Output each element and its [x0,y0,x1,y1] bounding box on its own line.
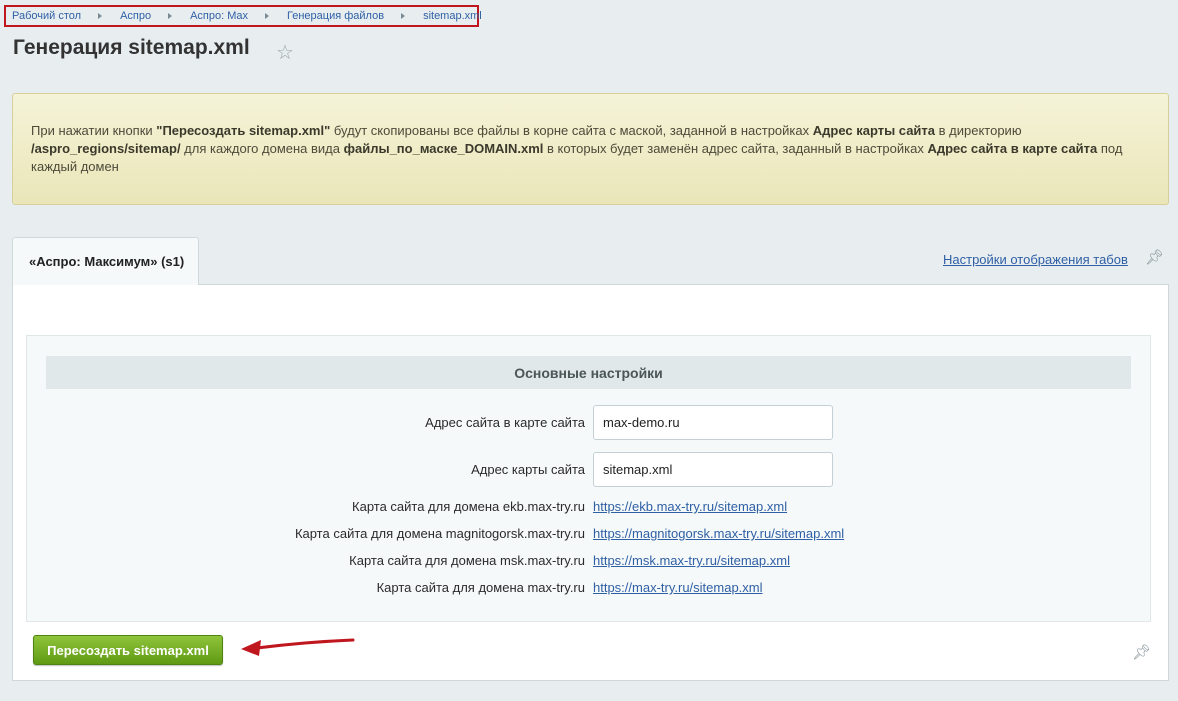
info-bold: файлы_по_маске_DOMAIN.xml [343,141,544,156]
info-text: для каждого домена вида [180,141,344,156]
tab-content-panel: Основные настройки Адрес сайта в карте с… [12,284,1169,681]
regenerate-sitemap-button[interactable]: Пересоздать sitemap.xml [33,635,223,665]
settings-form: Основные настройки Адрес сайта в карте с… [26,335,1151,622]
breadcrumb-separator-icon [168,13,173,19]
info-text: будут скопированы все файлы в корне сайт… [330,123,813,138]
info-text: в которых будет заменён адрес сайта, зад… [543,141,928,156]
breadcrumb: Рабочий стол Аспро Аспро: Max Генерация … [4,5,482,27]
domain-sitemap-link[interactable]: https://msk.max-try.ru/sitemap.xml [593,553,790,568]
sitemap-address-label: Адрес карты сайта [471,462,585,477]
tab-display-settings-link[interactable]: Настройки отображения табов [943,252,1128,267]
site-address-input[interactable] [593,405,833,440]
domain-sitemap-label: Карта сайта для домена ekb.max-try.ru [352,499,585,514]
breadcrumb-item-aspro-max[interactable]: Аспро: Max [190,10,248,22]
info-bold: Адрес сайта в карте сайта [927,141,1098,156]
pin-icon[interactable]: 📌︎ [1132,643,1151,661]
info-bold: "Пересоздать sitemap.xml" [156,123,331,138]
domain-sitemap-link[interactable]: https://max-try.ru/sitemap.xml [593,580,763,595]
info-message: При нажатии кнопки "Пересоздать sitemap.… [12,93,1169,205]
breadcrumb-separator-icon [401,13,406,19]
annotation-arrow-icon [241,638,355,656]
info-text: При нажатии кнопки [31,123,157,138]
star-icon[interactable]: ☆ [276,40,294,65]
breadcrumb-item-file-generation[interactable]: Генерация файлов [287,10,384,22]
section-header: Основные настройки [46,356,1131,389]
info-bold: Адрес карты сайта [812,123,936,138]
tab-aspro-maximum[interactable]: «Аспро: Максимум» (s1) [12,237,199,285]
breadcrumb-item-desktop[interactable]: Рабочий стол [12,10,81,22]
domain-sitemap-link[interactable]: https://ekb.max-try.ru/sitemap.xml [593,499,787,514]
site-address-label: Адрес сайта в карте сайта [425,415,585,430]
breadcrumb-item-sitemap[interactable]: sitemap.xml [423,10,482,22]
breadcrumb-separator-icon [265,13,270,19]
page-title: Генерация sitemap.xml [13,36,250,59]
breadcrumb-separator-icon [98,13,103,19]
info-bold: /aspro_regions/sitemap/ [31,141,181,156]
breadcrumb-item-aspro[interactable]: Аспро [120,10,151,22]
sitemap-address-input[interactable] [593,452,833,487]
domain-sitemap-label: Карта сайта для домена msk.max-try.ru [349,553,585,568]
info-text: в директорию [935,123,1022,138]
domain-sitemap-link[interactable]: https://magnitogorsk.max-try.ru/sitemap.… [593,526,844,541]
domain-sitemap-label: Карта сайта для домена max-try.ru [376,580,585,595]
domain-sitemap-label: Карта сайта для домена magnitogorsk.max-… [294,526,585,541]
pin-icon[interactable]: 📌︎ [1145,248,1164,266]
